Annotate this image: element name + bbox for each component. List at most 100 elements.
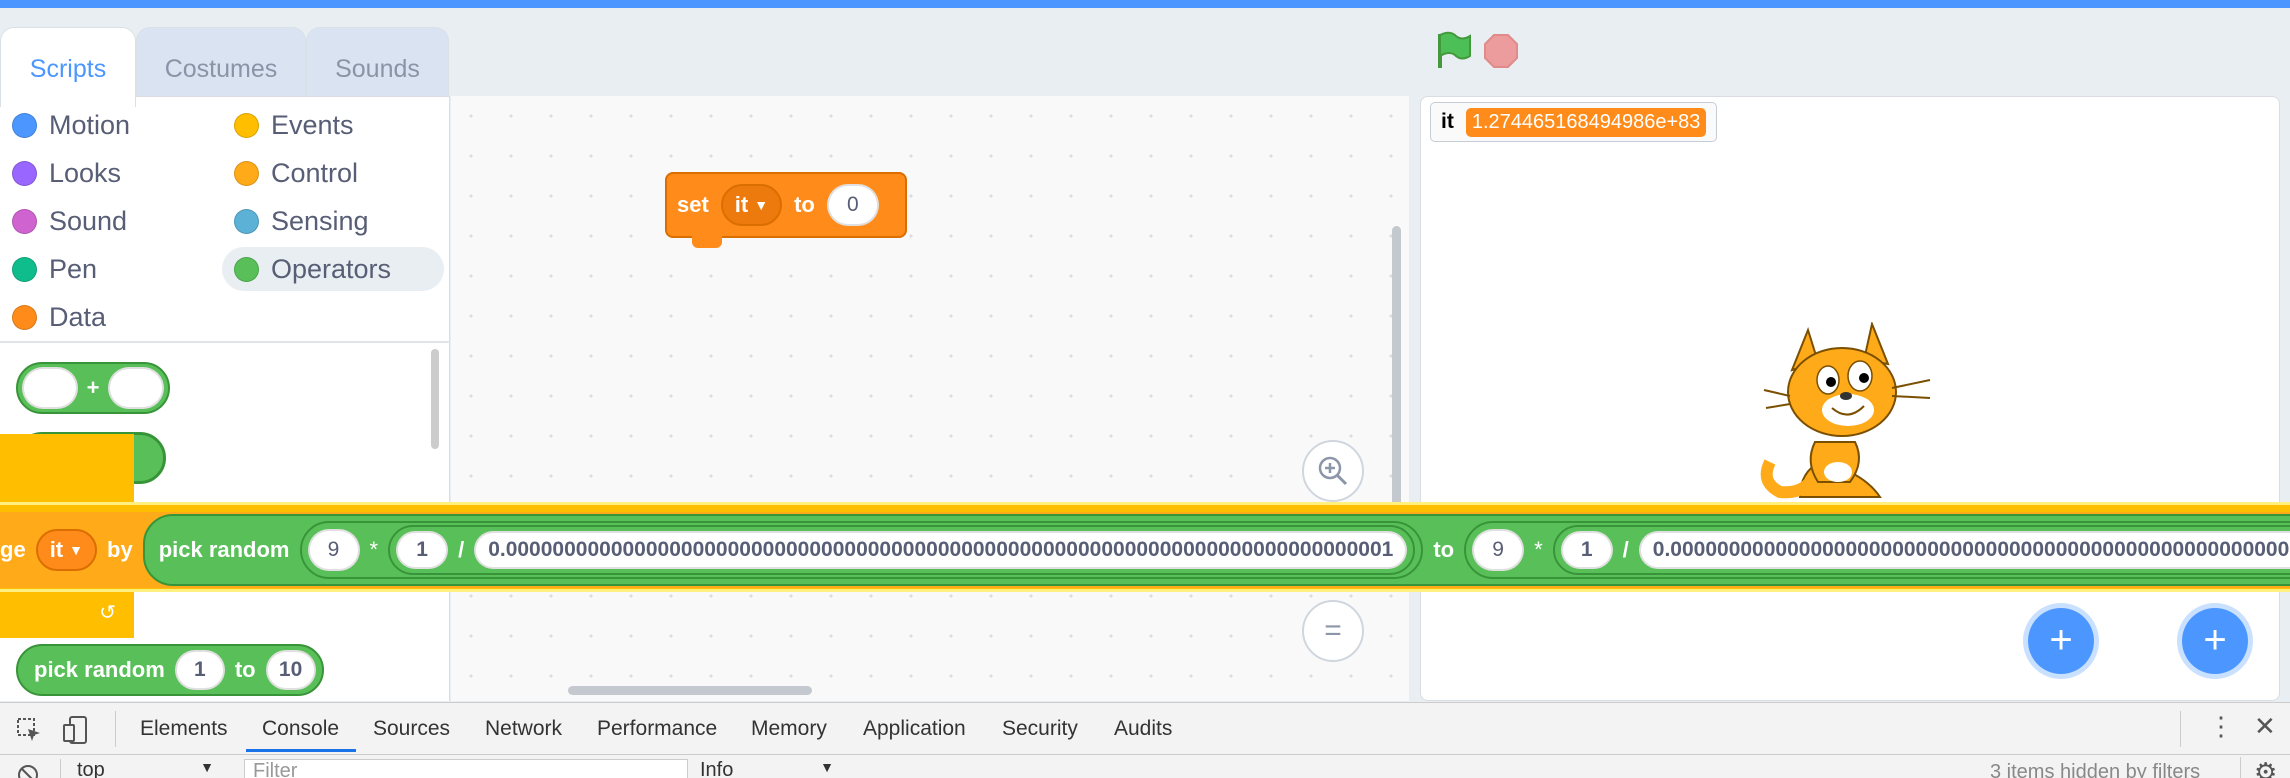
active-tab-indicator — [246, 749, 356, 752]
zoom-in-button[interactable] — [1302, 440, 1364, 502]
pick-random-label: pick random — [158, 537, 290, 562]
tab-sounds[interactable]: Sounds — [306, 27, 449, 104]
close-icon[interactable]: ✕ — [2254, 711, 2276, 742]
looks-dot-icon — [12, 160, 37, 186]
toolbar-separator — [0, 754, 2290, 755]
green-flag-button[interactable] — [1434, 30, 1474, 77]
pick-random-palette-block[interactable]: pick random 1 to 10 — [16, 644, 324, 696]
add-backdrop-button[interactable]: + — [2182, 608, 2248, 674]
pen-dot-icon — [12, 256, 37, 282]
category-motion[interactable]: Motion — [0, 103, 130, 147]
devtools-tab-network[interactable]: Network — [485, 717, 562, 741]
more-options-icon[interactable]: ⋮ — [2208, 711, 2234, 742]
category-label: Events — [271, 109, 354, 140]
chevron-down-icon: ▼ — [754, 197, 769, 213]
right-multiply-block[interactable]: 9 * 1 / 0.000000000000000000000000000000… — [1464, 521, 2290, 579]
devtools-tab-sources[interactable]: Sources — [373, 717, 450, 741]
rotate-arrow-icon: ↺ — [0, 586, 134, 638]
right-c-input[interactable]: 0.00000000000000000000000000000000000000… — [1638, 531, 2290, 569]
category-label: Sensing — [271, 205, 369, 236]
stop-button[interactable] — [1483, 33, 1519, 74]
zoom-reset-button[interactable]: = — [1302, 600, 1364, 662]
category-sensing[interactable]: Sensing — [222, 199, 369, 243]
devtools-tab-elements[interactable]: Elements — [140, 717, 228, 741]
log-level-select[interactable]: Info ▼ — [700, 759, 834, 778]
context-select[interactable]: top ▼ — [60, 759, 214, 778]
dropdown-arrow-icon: ▼ — [820, 759, 834, 775]
equals-icon: = — [1324, 614, 1342, 647]
cat-sprite[interactable] — [1760, 322, 1940, 502]
category-label: Sound — [49, 205, 128, 236]
multiply-operator: * — [1534, 537, 1543, 562]
category-data[interactable]: Data — [0, 295, 106, 339]
operand-slot[interactable] — [107, 367, 164, 409]
random-to-input[interactable]: 10 — [265, 650, 316, 690]
devtools-tab-console[interactable]: Console — [262, 717, 339, 741]
tab-costumes[interactable]: Costumes — [136, 27, 306, 104]
console-filter-input[interactable]: Filter — [244, 759, 688, 778]
filter-placeholder: Filter — [253, 760, 298, 778]
divide-operator: / — [458, 537, 465, 562]
devtools-tab-memory[interactable]: Memory — [751, 717, 827, 741]
devtools-panel: Elements Console Sources Network Perform… — [0, 702, 2290, 778]
control-dot-icon — [234, 160, 259, 186]
dropdown-arrow-icon: ▼ — [200, 759, 214, 775]
divide-operator: / — [1622, 537, 1629, 562]
workspace-horizontal-scrollbar[interactable] — [568, 686, 812, 695]
variable-dropdown[interactable]: it ▼ — [720, 184, 783, 226]
add-operator-block[interactable]: + — [16, 362, 170, 414]
pick-random-block[interactable]: pick random 9 * 1 / 0.000000000000000000… — [142, 514, 2290, 586]
events-dot-icon — [234, 112, 259, 138]
change-variable-block[interactable]: ge it ▼ by pick random 9 * 1 / 0.00000000… — [0, 512, 2290, 588]
devtools-tab-audits[interactable]: Audits — [1114, 717, 1172, 741]
clear-console-icon[interactable] — [16, 763, 40, 778]
block-notch — [692, 236, 722, 248]
device-toolbar-icon[interactable] — [62, 715, 88, 745]
category-operators[interactable]: Operators — [222, 247, 444, 291]
category-label: Pen — [49, 253, 98, 284]
random-to-label: to — [234, 657, 256, 682]
motion-dot-icon — [12, 112, 37, 138]
category-sound[interactable]: Sound — [0, 199, 127, 243]
variable-monitor[interactable]: it 1.274465168494986e+83 — [1430, 102, 1718, 142]
right-divide-block[interactable]: 1 / 0.0000000000000000000000000000000000… — [1552, 525, 2290, 575]
category-label: Control — [271, 157, 359, 188]
plus-icon: + — [2203, 618, 2227, 662]
devtools-tab-application[interactable]: Application — [863, 717, 966, 741]
tab-scripts[interactable]: Scripts — [0, 27, 136, 107]
devtools-tab-performance[interactable]: Performance — [597, 717, 717, 741]
context-value: top — [77, 759, 105, 778]
right-a-input[interactable]: 9 — [1472, 529, 1525, 571]
devtools-tab-security[interactable]: Security — [1002, 717, 1078, 741]
left-multiply-block[interactable]: 9 * 1 / 0.000000000000000000000000000000… — [299, 521, 1424, 579]
to-label: to — [794, 192, 815, 217]
right-b-input[interactable]: 1 — [1560, 531, 1613, 569]
category-looks[interactable]: Looks — [0, 151, 121, 195]
inspect-element-icon[interactable] — [16, 717, 42, 743]
settings-gear-icon[interactable]: ⚙ — [2254, 757, 2277, 778]
multiply-operator: * — [369, 537, 379, 562]
category-pen[interactable]: Pen — [0, 247, 97, 291]
category-label: Data — [49, 301, 107, 332]
add-sprite-button[interactable]: + — [2028, 608, 2094, 674]
set-value-input[interactable]: 0 — [826, 184, 879, 226]
operand-slot[interactable] — [22, 367, 78, 409]
random-from-input[interactable]: 1 — [174, 650, 225, 690]
dragged-block-top — [0, 434, 134, 504]
variable-dropdown[interactable]: it ▼ — [35, 529, 97, 571]
workspace-vertical-scrollbar[interactable] — [1392, 226, 1401, 526]
category-label: Looks — [49, 157, 122, 188]
left-a-input[interactable]: 9 — [307, 529, 360, 571]
variable-name: it — [734, 192, 749, 217]
palette-scrollbar[interactable] — [431, 349, 439, 449]
plus-operator: + — [86, 375, 100, 400]
palette-divider — [0, 341, 450, 343]
category-label: Motion — [49, 109, 131, 140]
category-events[interactable]: Events — [222, 103, 354, 147]
script-workspace[interactable] — [451, 96, 1409, 701]
left-divide-block[interactable]: 1 / 0.0000000000000000000000000000000000… — [388, 525, 1416, 575]
set-variable-block[interactable]: set it ▼ to 0 — [665, 172, 907, 238]
left-c-input[interactable]: 0.00000000000000000000000000000000000000… — [474, 531, 1408, 569]
left-b-input[interactable]: 1 — [396, 531, 449, 569]
category-control[interactable]: Control — [222, 151, 358, 195]
